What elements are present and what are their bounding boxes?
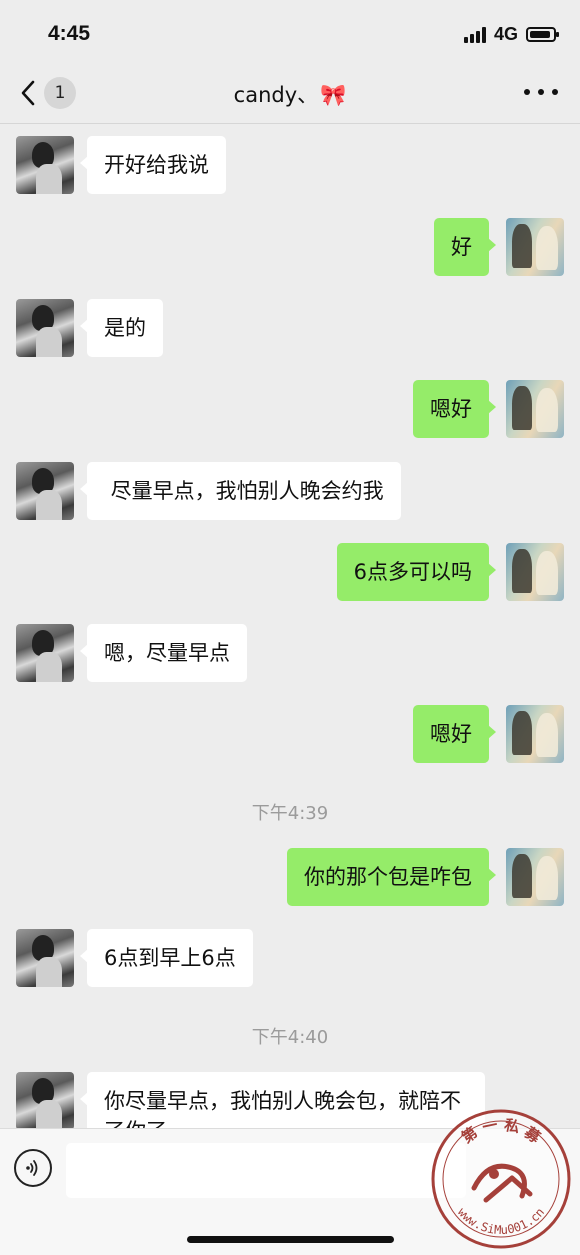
chat-header: 1 candy、🎀 xyxy=(0,62,580,124)
more-options-button[interactable] xyxy=(524,80,558,104)
contact-avatar[interactable] xyxy=(16,136,74,194)
message-bubble[interactable]: 你尽量早点，我怕别人晚会包，就陪不了你了 xyxy=(80,1072,485,1128)
message-timestamp: 下午4:40 xyxy=(251,1027,329,1048)
my-avatar[interactable] xyxy=(506,380,564,438)
message-bubble[interactable]: 是的 xyxy=(80,299,163,357)
my-avatar[interactable] xyxy=(506,848,564,906)
status-right: 4G xyxy=(463,24,559,45)
status-bar: 4:45 4G xyxy=(0,0,580,62)
battery-icon xyxy=(526,27,559,42)
contact-avatar[interactable] xyxy=(16,624,74,682)
contact-avatar[interactable] xyxy=(16,929,74,987)
chat-title: candy、🎀 xyxy=(0,79,580,109)
message-bubble[interactable]: 尽量早点，我怕别人晚会约我 xyxy=(80,462,401,520)
contact-name: candy、 xyxy=(233,83,319,107)
bow-emoji: 🎀 xyxy=(320,83,347,107)
message-bubble[interactable]: 6点多可以吗 xyxy=(336,543,497,601)
message-bubble[interactable]: 嗯，尽量早点 xyxy=(80,624,247,682)
message-bubble[interactable]: 嗯好 xyxy=(413,705,496,763)
message-bubble[interactable]: 你的那个包是咋包 xyxy=(287,848,496,906)
message-timestamp: 下午4:39 xyxy=(251,803,329,824)
my-avatar[interactable] xyxy=(506,705,564,763)
contact-avatar[interactable] xyxy=(16,1072,74,1128)
message-bubble[interactable]: 开好给我说 xyxy=(80,136,226,194)
watermark-seal: 第 一 私 募 www.SiMu001.cn xyxy=(431,1109,571,1249)
network-label: 4G xyxy=(493,24,518,44)
message-bubble[interactable]: 6点到早上6点 xyxy=(80,929,253,987)
message-bubble[interactable]: 好 xyxy=(434,218,496,276)
signal-icon xyxy=(463,26,486,43)
my-avatar[interactable] xyxy=(506,543,564,601)
my-avatar[interactable] xyxy=(506,218,564,276)
message-bubble[interactable]: 嗯好 xyxy=(413,380,496,438)
voice-input-button[interactable] xyxy=(14,1149,52,1187)
contact-avatar[interactable] xyxy=(16,462,74,520)
message-list[interactable]: 开好给我说 好 是的 嗯好 尽量早点，我怕别人晚会约我 6点多可以吗 嗯，尽量早… xyxy=(0,124,580,1128)
status-time: 4:45 xyxy=(48,22,91,45)
home-indicator xyxy=(187,1236,394,1243)
message-input[interactable] xyxy=(66,1143,466,1198)
voice-icon xyxy=(26,1160,38,1176)
contact-avatar[interactable] xyxy=(16,299,74,357)
